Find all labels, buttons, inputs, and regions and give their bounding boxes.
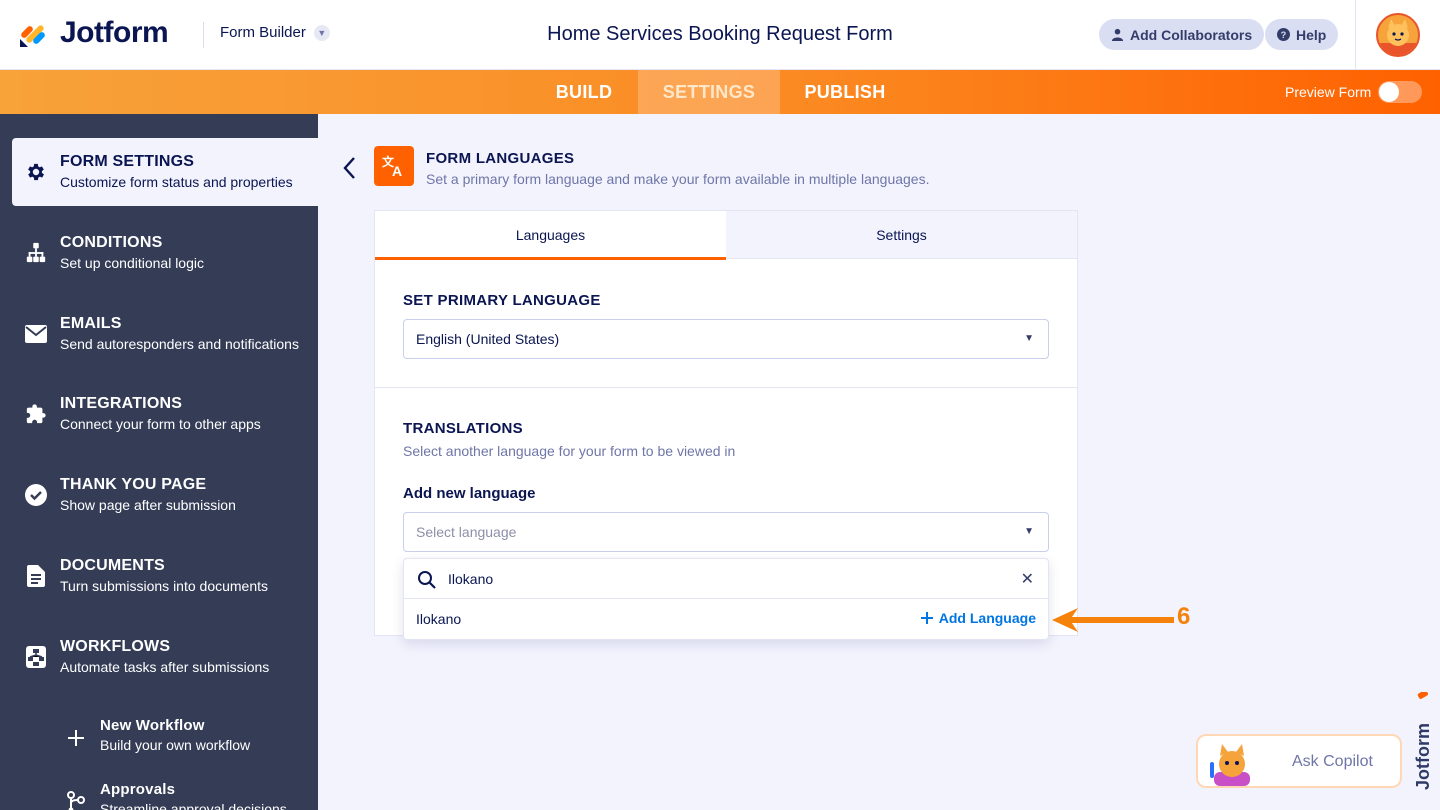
language-dropdown: ✕ Ilokano Add Language	[403, 558, 1049, 640]
logo-text: Jotform	[60, 16, 169, 49]
ask-copilot-label: Ask Copilot	[1292, 753, 1373, 770]
ask-copilot-button[interactable]: Ask Copilot	[1196, 734, 1402, 788]
chevron-down-icon: ▼	[1024, 333, 1034, 344]
svg-text:A: A	[392, 163, 402, 178]
chevron-down-icon: ▼	[313, 24, 330, 41]
document-icon	[24, 564, 48, 588]
sidebar-item-desc: Set up conditional logic	[60, 255, 204, 271]
plus-icon	[920, 612, 933, 624]
question-icon: ?	[1277, 28, 1290, 41]
section-description: Set a primary form language and make you…	[426, 171, 930, 187]
user-icon	[1111, 28, 1124, 41]
sidebar-item-desc: Customize form status and properties	[60, 174, 293, 190]
sidebar-item-integrations[interactable]: INTEGRATIONS Connect your form to other …	[12, 380, 318, 448]
sidebar-subitem-approvals[interactable]: Approvals Streamline approval decisions	[60, 778, 318, 810]
conditions-icon	[24, 241, 48, 265]
sidebar-item-title: THANK YOU PAGE	[60, 476, 207, 493]
jotform-watermark: Jotform	[1413, 692, 1433, 790]
sidebar-item-desc: Show page after submission	[60, 497, 236, 513]
back-arrow-icon[interactable]	[340, 155, 360, 181]
plus-icon	[64, 726, 88, 750]
tab-languages[interactable]: Languages	[375, 211, 726, 260]
sidebar-item-title: EMAILS	[60, 315, 122, 332]
svg-text:?: ?	[1281, 30, 1287, 40]
sidebar-item-workflows[interactable]: WORKFLOWS Automate tasks after submissio…	[12, 623, 318, 691]
section-title: FORM LANGUAGES	[426, 150, 575, 167]
chevron-down-icon: ▼	[1024, 526, 1034, 537]
help-button[interactable]: ? Help	[1265, 19, 1339, 50]
primary-language-select[interactable]: English (United States) ▼	[403, 319, 1049, 359]
add-new-language-label: Add new language	[403, 485, 536, 502]
primary-language-value: English (United States)	[416, 331, 560, 347]
gear-icon	[24, 160, 48, 184]
language-search-row: ✕	[404, 559, 1048, 599]
sidebar-subitem-title: Approvals	[100, 781, 176, 798]
main-nav: BUILD SETTINGS PUBLISH Preview Form	[0, 70, 1440, 114]
add-language-placeholder: Select language	[416, 524, 517, 540]
sidebar-subitem-desc: Streamline approval decisions	[100, 801, 287, 810]
settings-sidebar: FORM SETTINGS Customize form status and …	[0, 114, 318, 810]
jotform-logo-icon	[18, 17, 50, 49]
sidebar-item-title: CONDITIONS	[60, 234, 163, 251]
add-language-select[interactable]: Select language ▼	[403, 512, 1049, 552]
header-separator	[1355, 0, 1356, 70]
form-builder-label: Form Builder	[220, 24, 306, 41]
tab-settings[interactable]: SETTINGS	[638, 70, 780, 114]
sidebar-item-thank-you-page[interactable]: THANK YOU PAGE Show page after submissio…	[12, 461, 318, 529]
sidebar-item-desc: Connect your form to other apps	[60, 416, 261, 432]
sidebar-item-form-settings[interactable]: FORM SETTINGS Customize form status and …	[12, 138, 318, 206]
sidebar-item-documents[interactable]: DOCUMENTS Turn submissions into document…	[12, 542, 318, 610]
form-builder-dropdown[interactable]: Form Builder ▼	[220, 24, 330, 41]
primary-language-label: SET PRIMARY LANGUAGE	[403, 292, 601, 309]
language-option[interactable]: Ilokano Add Language	[404, 599, 1048, 639]
language-search-input[interactable]	[448, 568, 1008, 590]
annotation-arrow	[1052, 608, 1174, 632]
tab-build[interactable]: BUILD	[538, 70, 630, 114]
add-language-label: Add Language	[938, 610, 1036, 626]
envelope-icon	[24, 322, 48, 346]
card-divider	[375, 387, 1077, 388]
add-collaborators-label: Add Collaborators	[1130, 26, 1253, 43]
sidebar-item-desc: Turn submissions into documents	[60, 578, 269, 594]
preview-form-toggle[interactable]	[1378, 81, 1422, 103]
sidebar-item-title: INTEGRATIONS	[60, 395, 183, 412]
puzzle-icon	[24, 402, 48, 426]
translate-icon: 文A	[374, 146, 414, 186]
add-collaborators-button[interactable]: Add Collaborators	[1099, 19, 1265, 50]
search-icon	[418, 571, 436, 589]
translations-label: TRANSLATIONS	[403, 420, 523, 437]
copilot-cat-icon	[1210, 744, 1250, 786]
preview-form-label: Preview Form	[1285, 84, 1372, 100]
help-label: Help	[1296, 26, 1327, 43]
check-circle-icon	[24, 483, 48, 507]
watermark-text: Jotform	[1413, 723, 1433, 790]
sidebar-item-desc: Automate tasks after submissions	[60, 659, 270, 675]
avatar[interactable]	[1376, 13, 1420, 57]
sidebar-subitem-desc: Build your own workflow	[100, 737, 251, 753]
add-language-button[interactable]: Add Language	[920, 610, 1036, 626]
tab-language-settings[interactable]: Settings	[726, 211, 1077, 259]
approvals-icon	[64, 790, 88, 810]
sidebar-subitem-title: New Workflow	[100, 717, 205, 734]
header-divider	[203, 22, 204, 48]
top-header: Jotform Form Builder ▼ Home Services Boo…	[0, 0, 1440, 70]
sidebar-item-emails[interactable]: EMAILS Send autoresponders and notificat…	[12, 300, 318, 368]
sidebar-item-title: DOCUMENTS	[60, 557, 165, 574]
sidebar-item-desc: Send autoresponders and notifications	[60, 336, 299, 352]
sidebar-subitem-new-workflow[interactable]: New Workflow Build your own workflow	[60, 714, 318, 764]
jotform-logo[interactable]: Jotform	[18, 16, 169, 50]
workflow-icon	[24, 645, 48, 669]
clear-icon[interactable]: ✕	[1021, 569, 1034, 589]
translations-description: Select another language for your form to…	[403, 443, 736, 459]
annotation-step-number: 6	[1177, 603, 1191, 630]
tab-publish[interactable]: PUBLISH	[790, 70, 900, 114]
toggle-knob	[1379, 82, 1399, 102]
sidebar-item-title: WORKFLOWS	[60, 638, 171, 655]
sidebar-item-title: FORM SETTINGS	[60, 153, 195, 170]
language-option-label: Ilokano	[416, 611, 462, 627]
sidebar-item-conditions[interactable]: CONDITIONS Set up conditional logic	[12, 219, 318, 287]
